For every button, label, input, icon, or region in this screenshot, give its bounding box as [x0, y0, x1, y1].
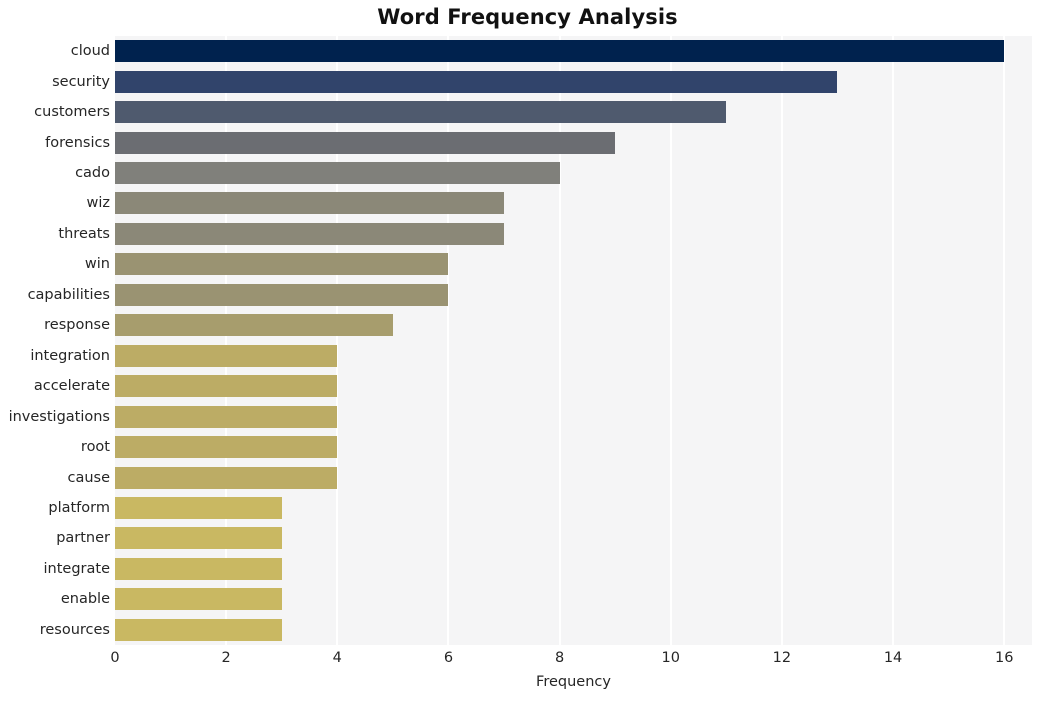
gridline-x-10	[669, 36, 672, 645]
bar-row	[115, 101, 1032, 123]
chart-title: Word Frequency Analysis	[377, 5, 678, 29]
x-tick-label-8: 8	[554, 650, 565, 666]
y-tick-label-capabilities: capabilities	[27, 287, 110, 303]
bar-investigations[interactable]	[115, 406, 337, 428]
bar-accelerate[interactable]	[115, 375, 337, 397]
x-tick-label-14: 14	[883, 650, 903, 666]
bar-response[interactable]	[115, 314, 393, 336]
bar-customers[interactable]	[115, 101, 726, 123]
y-tick-label-investigations: investigations	[8, 409, 110, 425]
gridline-x-6	[447, 36, 450, 645]
gridline-x-14	[892, 36, 895, 645]
y-tick-label-partner: partner	[56, 530, 110, 546]
y-tick-label-forensics: forensics	[45, 135, 110, 151]
y-tick-label-resources: resources	[39, 622, 110, 638]
bar-row	[115, 253, 1032, 275]
bar-row	[115, 192, 1032, 214]
bar-cause[interactable]	[115, 467, 337, 489]
y-tick-label-enable: enable	[60, 591, 110, 607]
x-tick-label-4: 4	[332, 650, 342, 666]
bar-resources[interactable]	[115, 619, 282, 641]
bar-partner[interactable]	[115, 527, 282, 549]
x-tick-label-16: 16	[994, 650, 1014, 666]
y-tick-label-integration: integration	[30, 348, 110, 364]
bar-row	[115, 345, 1032, 367]
y-tick-label-win: win	[84, 256, 110, 272]
x-tick-label-10: 10	[661, 650, 680, 666]
y-tick-label-wiz: wiz	[86, 195, 111, 211]
y-tick-label-threats: threats	[58, 226, 110, 242]
gridline-x-4	[336, 36, 339, 645]
y-tick-label-root: root	[80, 439, 110, 455]
bar-integration[interactable]	[115, 345, 337, 367]
word-frequency-chart-figure: Word Frequency Analysis cloud security cus…	[0, 0, 1055, 701]
bar-row	[115, 588, 1032, 610]
x-tick-label-6: 6	[443, 650, 454, 666]
bar-row	[115, 619, 1032, 641]
bar-row	[115, 314, 1032, 336]
bar-capabilities[interactable]	[115, 284, 448, 306]
y-tick-label-security: security	[52, 74, 110, 90]
gridline-x-16	[1003, 36, 1006, 645]
bar-row	[115, 375, 1032, 397]
bar-integrate[interactable]	[115, 558, 282, 580]
bar-enable[interactable]	[115, 588, 282, 610]
gridline-x-12	[780, 36, 783, 645]
bar-platform[interactable]	[115, 497, 282, 519]
bar-row	[115, 558, 1032, 580]
bar-root[interactable]	[115, 436, 337, 458]
y-tick-label-cloud: cloud	[70, 43, 110, 59]
bar-cloud[interactable]	[115, 40, 1004, 62]
bar-wiz[interactable]	[115, 192, 504, 214]
bar-row	[115, 132, 1032, 154]
gridline-x-2	[225, 36, 228, 645]
bar-row	[115, 71, 1032, 93]
y-tick-label-accelerate: accelerate	[33, 378, 110, 394]
bar-cado[interactable]	[115, 162, 560, 184]
bar-row	[115, 436, 1032, 458]
x-axis-label: Frequency	[536, 674, 611, 690]
y-tick-label-cause: cause	[67, 470, 110, 486]
gridline-x-8	[558, 36, 561, 645]
bar-threats[interactable]	[115, 223, 504, 245]
bar-win[interactable]	[115, 253, 448, 275]
y-tick-label-integrate: integrate	[43, 561, 110, 577]
bar-row	[115, 223, 1032, 245]
plot-area	[115, 36, 1032, 645]
bar-row	[115, 497, 1032, 519]
y-tick-label-response: response	[44, 317, 110, 333]
bar-security[interactable]	[115, 71, 837, 93]
bar-row	[115, 527, 1032, 549]
y-tick-label-customers: customers	[34, 104, 110, 120]
bar-row	[115, 40, 1032, 62]
y-tick-label-platform: platform	[48, 500, 110, 516]
bar-row	[115, 162, 1032, 184]
bar-row	[115, 284, 1032, 306]
bar-row	[115, 467, 1032, 489]
x-tick-label-2: 2	[221, 650, 231, 666]
bar-forensics[interactable]	[115, 132, 615, 154]
bar-row	[115, 406, 1032, 428]
x-tick-label-0: 0	[110, 650, 120, 666]
x-tick-label-12: 12	[772, 650, 792, 666]
y-tick-label-cado: cado	[75, 165, 110, 181]
